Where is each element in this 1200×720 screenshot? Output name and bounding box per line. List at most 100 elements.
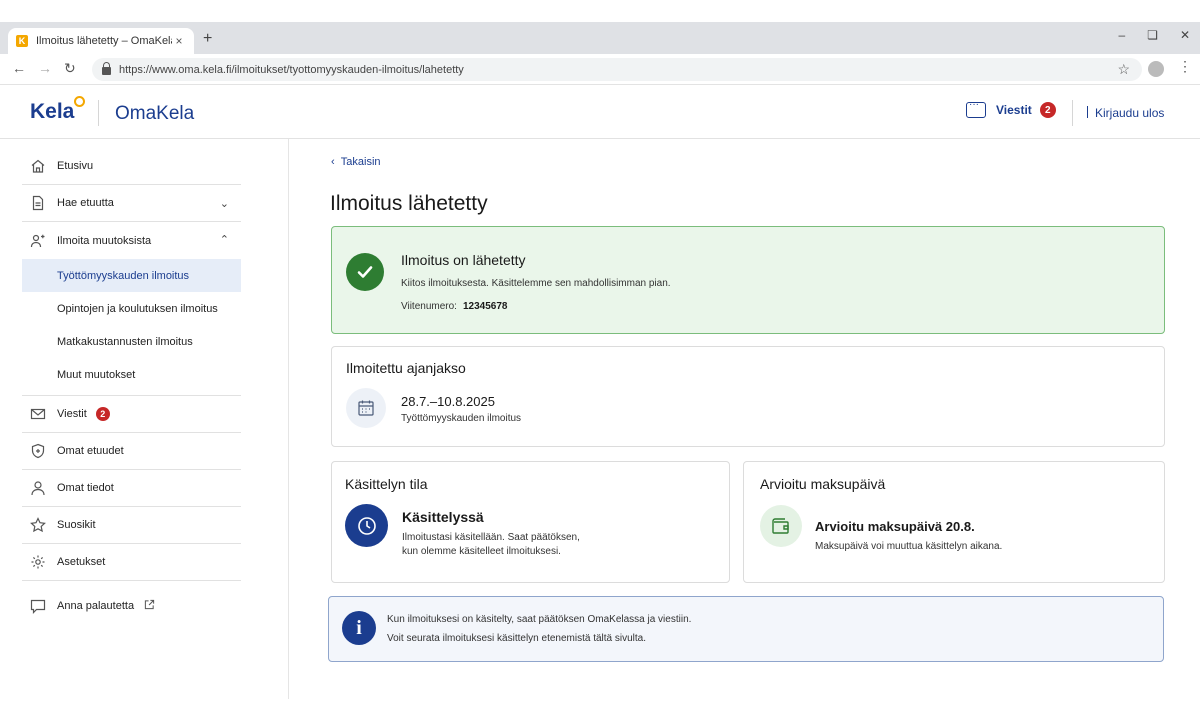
payment-title: Arvioitu maksupäivä [760, 476, 886, 492]
url-text[interactable]: https://www.oma.kela.fi/ilmoitukset/tyot… [119, 64, 1117, 76]
header-divider [98, 100, 99, 126]
sidebar-item-label: Hae etuutta [57, 197, 114, 209]
sidebar-item-label: Omat tiedot [57, 482, 114, 494]
back-icon[interactable]: ← [12, 60, 26, 76]
back-link[interactable]: ‹ Takaisin [331, 156, 381, 168]
tab-title: Ilmoitus lähetetty – OmaKela [36, 35, 172, 47]
messages-count-badge: 2 [95, 407, 110, 421]
check-icon [346, 253, 384, 291]
status-description: Ilmoitustasi käsitellään. Saat päätöksen… [402, 531, 632, 559]
sidebar-subitem-opintojen-ilmoitus[interactable]: Opintojen ja koulutuksen ilmoitus [22, 292, 241, 325]
sidebar-item-label: Asetukset [57, 556, 106, 568]
sidebar-item-anna-palautetta[interactable]: Anna palautetta [22, 587, 241, 624]
sidebar-item-omat-tiedot[interactable]: Omat tiedot [22, 470, 241, 507]
restore-icon[interactable]: ❏ [1147, 28, 1158, 42]
reference-label: Viitenumero: [401, 301, 457, 312]
header-divider [1072, 100, 1073, 126]
info-line: Voit seurata ilmoituksesi käsittelyn ete… [387, 633, 647, 644]
forward-icon[interactable]: → [38, 60, 52, 76]
tab-close-icon[interactable]: × [172, 34, 186, 48]
logout-link[interactable]: Kirjaudu ulos [1086, 106, 1164, 120]
browser-tab[interactable]: K Ilmoitus lähetetty – OmaKela × [8, 28, 194, 54]
status-state: Käsittelyssä [402, 509, 484, 525]
kela-logo[interactable]: Kela [30, 96, 86, 124]
kela-favicon-icon: K [16, 35, 28, 47]
payment-main: Arvioitu maksupäivä 20.8. [815, 519, 975, 534]
sidebar-item-label: Viestit [57, 408, 87, 420]
sidebar-submenu: Työttömyyskauden ilmoitus Opintojen ja k… [22, 259, 241, 396]
period-type: Työttömyyskauden ilmoitus [401, 413, 522, 424]
chevron-up-icon[interactable]: ⌃ [220, 233, 229, 246]
gear-icon [30, 554, 46, 570]
lock-icon [102, 62, 111, 75]
reference-number: Viitenumero: 12345678 [401, 301, 507, 312]
sidebar-item-hae-etuutta[interactable]: Hae etuutta ⌄ [22, 185, 241, 222]
minimize-icon[interactable]: – [1118, 28, 1125, 42]
chat-icon [966, 99, 986, 118]
page-title: Ilmoitus lähetetty [330, 192, 488, 215]
reload-icon[interactable]: ↻ [64, 60, 76, 77]
home-icon [30, 158, 46, 174]
menu-icon[interactable]: ⋮ [1178, 58, 1192, 75]
sidebar-item-label: Anna palautetta [57, 599, 135, 612]
logo-text: Kela [30, 100, 75, 123]
address-bar[interactable]: https://www.oma.kela.fi/ilmoitukset/tyot… [92, 58, 1142, 81]
person-icon [30, 480, 46, 496]
payment-sub: Maksupäivä voi muuttua käsittelyn aikana… [815, 541, 1003, 552]
sidebar-item-omat-etuudet[interactable]: Omat etuudet [22, 433, 241, 470]
browser-toolbar: ← → ↻ https://www.oma.kela.fi/ilmoitukse… [0, 54, 1200, 85]
processing-status-card: Käsittelyn tila Käsittelyssä Ilmoitustas… [331, 461, 730, 583]
sidebar-item-label: Ilmoita muutoksista [57, 234, 152, 247]
sidebar-item-asetukset[interactable]: Asetukset [22, 544, 241, 581]
messages-link[interactable]: Viestit 2 [966, 99, 1056, 118]
mail-icon [30, 406, 46, 422]
sidebar-subitem-tyottomyyskauden-ilmoitus[interactable]: Työttömyyskauden ilmoitus [22, 259, 241, 292]
external-link-icon [144, 599, 155, 613]
close-window-icon[interactable]: ✕ [1180, 28, 1190, 42]
sidebar-item-etusivu[interactable]: Etusivu [22, 148, 241, 185]
sidebar-subitem-muut-muutokset[interactable]: Muut muutokset [22, 358, 241, 391]
wallet-icon [760, 505, 802, 547]
star-icon [30, 517, 46, 533]
back-label: Takaisin [340, 156, 381, 168]
success-notice: Ilmoitus on lähetetty Kiitos ilmoitukses… [331, 226, 1165, 334]
sidebar-subitem-matkakustannusten-ilmoitus[interactable]: Matkakustannusten ilmoitus [22, 325, 241, 358]
app-header: Kela OmaKela Viestit 2 Kirjaudu ulos [0, 86, 1200, 139]
profile-icon[interactable] [1148, 61, 1164, 77]
reference-value: 12345678 [462, 301, 508, 312]
status-title: Käsittelyn tila [345, 476, 428, 492]
info-icon: i [342, 611, 376, 645]
sidebar-item-label: Etusivu [57, 160, 94, 172]
logo-sun-icon [74, 96, 86, 107]
sidebar-divider [288, 139, 289, 699]
info-notice: i Kun ilmoituksesi on käsitelty, saat pä… [328, 596, 1164, 662]
sidebar-item-label: Omat etuudet [57, 445, 124, 457]
document-icon [30, 195, 46, 211]
shield-icon [30, 443, 46, 459]
new-tab-button[interactable]: + [203, 30, 212, 48]
reported-period-card: Ilmoitettu ajanjakso 28.7.–10.8.2025 Työ… [331, 346, 1165, 447]
success-title: Ilmoitus on lähetetty [401, 252, 526, 268]
bookmark-star-icon[interactable]: ☆ [1117, 61, 1130, 78]
app-name: OmaKela [115, 103, 195, 124]
period-title: Ilmoitettu ajanjakso [346, 360, 466, 376]
info-line: Kun ilmoituksesi on käsitelty, saat päät… [387, 614, 692, 625]
sidebar-nav: Etusivu Hae etuutta ⌄ Ilmoita muutoksist… [22, 148, 241, 624]
success-text: Kiitos ilmoituksesta. Käsittelemme sen m… [401, 278, 671, 289]
browser-tabstrip: K Ilmoitus lähetetty – OmaKela × + – ❏ ✕ [0, 22, 1200, 54]
calendar-icon [346, 388, 386, 428]
feedback-icon [30, 598, 46, 614]
chevron-down-icon[interactable]: ⌄ [220, 197, 229, 210]
status-description-line: Ilmoitustasi käsitellään. Saat päätöksen… [402, 532, 580, 543]
period-dates: 28.7.–10.8.2025 [401, 394, 495, 409]
sidebar-item-label: Suosikit [57, 519, 96, 531]
messages-count-badge: 2 [1039, 102, 1056, 118]
sidebar-item-viestit[interactable]: Viestit 2 [22, 396, 241, 433]
payment-date-card: Arvioitu maksupäivä Arvioitu maksupäivä … [743, 461, 1165, 583]
sidebar-item-ilmoita-muutoksista[interactable]: Ilmoita muutoksista ⌃ [22, 222, 241, 259]
status-description-line: kun olemme käsitelleet ilmoituksesi. [402, 546, 561, 557]
sidebar-item-suosikit[interactable]: Suosikit [22, 507, 241, 544]
user-change-icon [30, 233, 46, 249]
window-controls: – ❏ ✕ [1118, 28, 1190, 42]
messages-label: Viestit [996, 103, 1032, 117]
